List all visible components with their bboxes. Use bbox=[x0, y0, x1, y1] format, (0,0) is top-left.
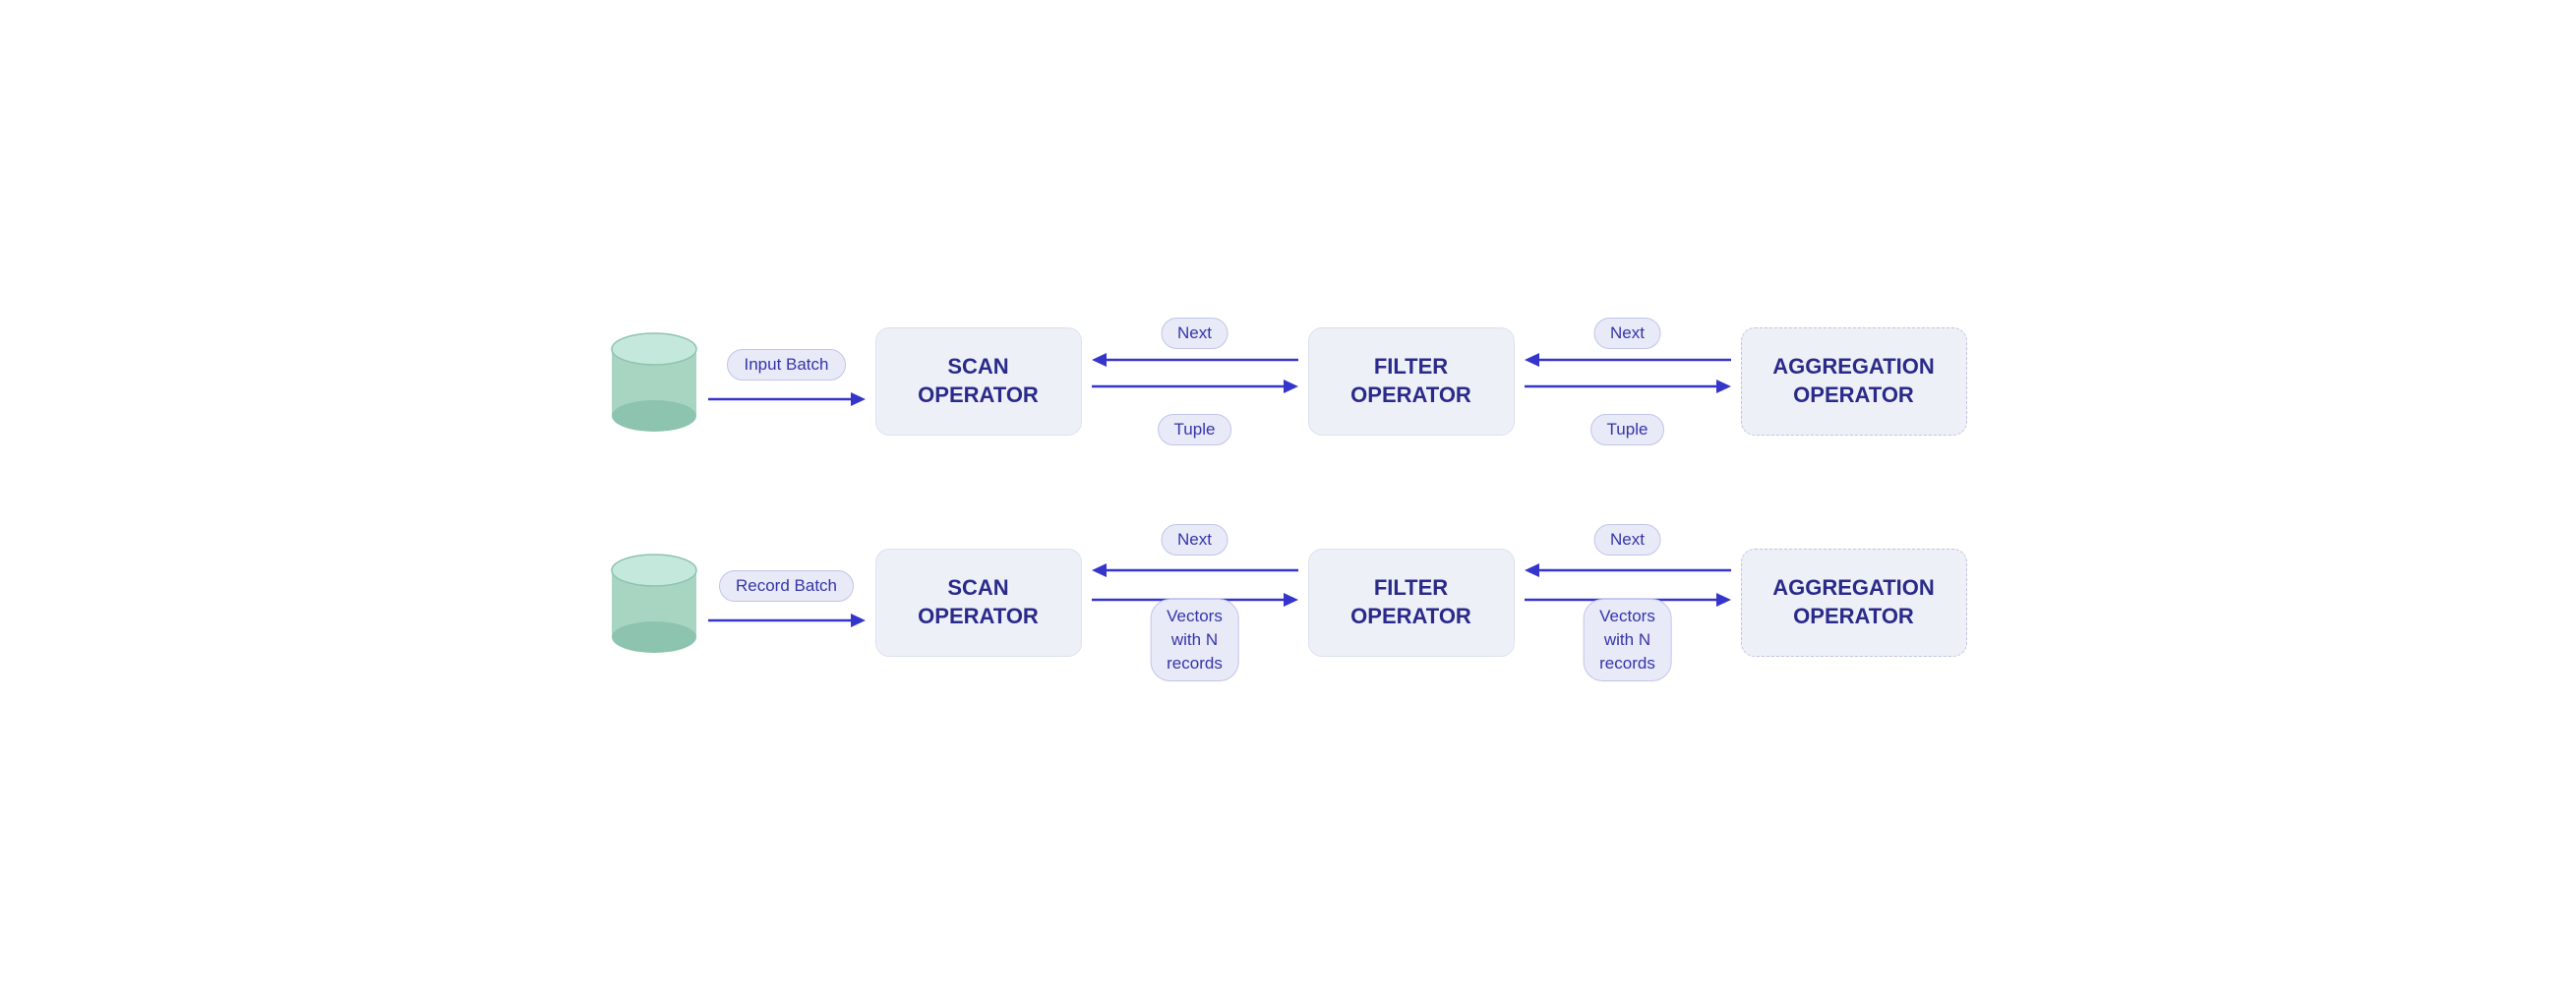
connector-2-2: Next Vectors with N records bbox=[1515, 524, 1741, 681]
diagram-row-2: Record Batch SCANOPERATOR Next Vectors w… bbox=[610, 524, 1967, 681]
scan-operator-label-2: SCANOPERATOR bbox=[918, 574, 1039, 630]
scan-operator-label-1: SCANOPERATOR bbox=[918, 353, 1039, 409]
aggregation-operator-label-2: AGGREGATIONOPERATOR bbox=[1772, 574, 1935, 630]
vector-label-2-2: Vectors with N records bbox=[1583, 599, 1672, 680]
filter-operator-box-1: FILTEROPERATOR bbox=[1308, 327, 1515, 436]
filter-operator-label-2: FILTEROPERATOR bbox=[1350, 574, 1471, 630]
filter-operator-box-2: FILTEROPERATOR bbox=[1308, 549, 1515, 657]
tuple-label-2-1: Tuple bbox=[1590, 414, 1665, 445]
scan-operator-box-1: SCANOPERATOR bbox=[875, 327, 1082, 436]
record-batch-label-2: Record Batch bbox=[719, 570, 854, 602]
connector-2-1: Next Tuple bbox=[1515, 318, 1741, 445]
connector-1-1: Next Tuple bbox=[1082, 318, 1308, 445]
input-arrow-2 bbox=[708, 606, 866, 635]
record-batch-connector-2: Record Batch bbox=[698, 570, 875, 635]
filter-operator-label-1: FILTEROPERATOR bbox=[1350, 353, 1471, 409]
input-batch-connector-1: Input Batch bbox=[698, 349, 875, 414]
aggregation-operator-box-1: AGGREGATIONOPERATOR bbox=[1741, 327, 1967, 436]
scan-operator-box-2: SCANOPERATOR bbox=[875, 549, 1082, 657]
input-arrow-1 bbox=[708, 384, 866, 414]
input-batch-label-1: Input Batch bbox=[727, 349, 845, 381]
diagram-row-1: Input Batch SCANOPERATOR Next Tuple FILT… bbox=[610, 318, 1967, 445]
vector-label-1-2: Vectors with N records bbox=[1150, 599, 1239, 680]
aggregation-operator-box-2: AGGREGATIONOPERATOR bbox=[1741, 549, 1967, 657]
connector-1-2: Next Vectors with N records bbox=[1082, 524, 1308, 681]
database-icon-1 bbox=[610, 327, 698, 436]
aggregation-operator-label-1: AGGREGATIONOPERATOR bbox=[1772, 353, 1935, 409]
next-label-2-2: Next bbox=[1593, 524, 1661, 556]
next-label-1-2: Next bbox=[1161, 524, 1228, 556]
database-icon-2 bbox=[610, 549, 698, 657]
tuple-label-1-1: Tuple bbox=[1158, 414, 1232, 445]
